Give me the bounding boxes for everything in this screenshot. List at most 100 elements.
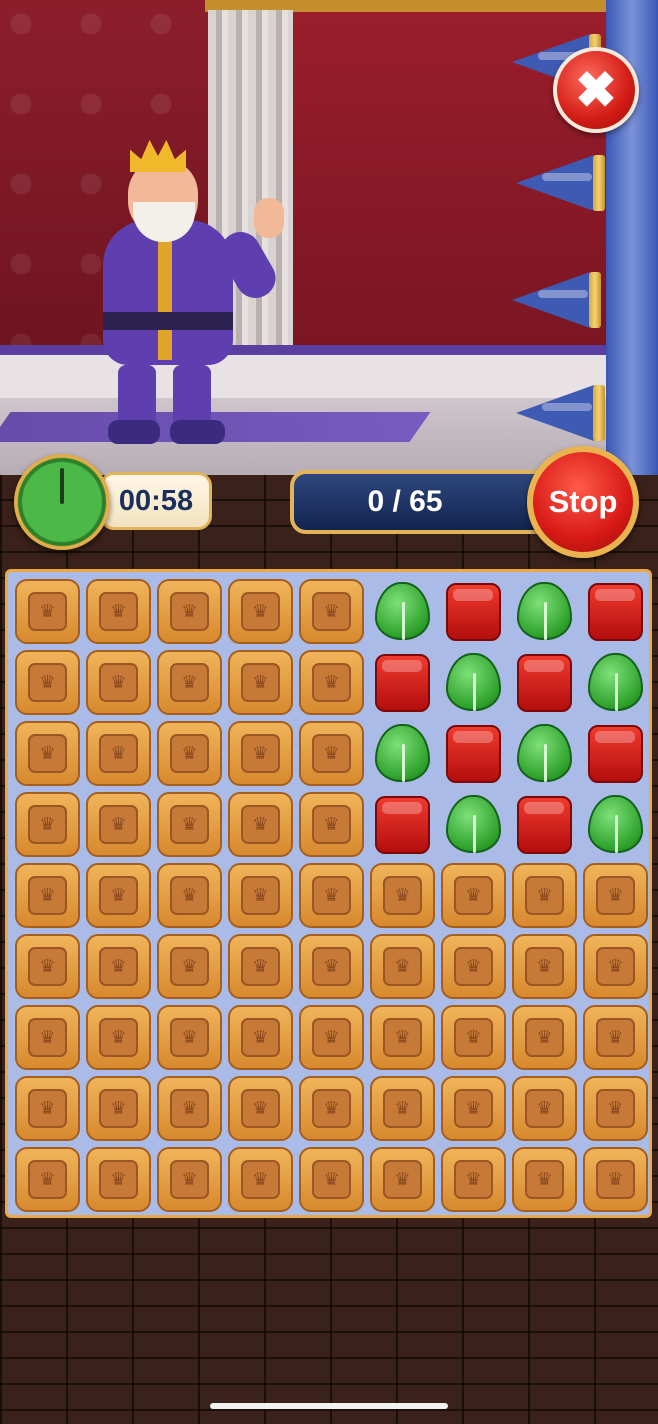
gem-tile-red[interactable] [580,718,651,789]
crate-tile[interactable]: ♛ [154,789,225,860]
crate-tile[interactable]: ♛ [367,860,438,931]
crown-emblem-icon: ♛ [596,1089,635,1128]
crate-tile[interactable]: ♛ [509,860,580,931]
gem-tile-red[interactable] [438,718,509,789]
crown-emblem-icon: ♛ [525,947,564,986]
gem-tile-leaf[interactable] [580,647,651,718]
crate-tile[interactable]: ♛ [296,931,367,1002]
gem-tile-leaf[interactable] [580,789,651,860]
crate-tile[interactable]: ♛ [154,718,225,789]
crate-tile[interactable]: ♛ [154,1073,225,1144]
crate-tile[interactable]: ♛ [225,1002,296,1073]
crate-tile[interactable]: ♛ [83,1073,154,1144]
crate-tile[interactable]: ♛ [12,1073,83,1144]
crate-tile[interactable]: ♛ [296,718,367,789]
crate-icon: ♛ [86,863,151,928]
crate-tile[interactable]: ♛ [154,931,225,1002]
crate-tile[interactable]: ♛ [296,1144,367,1215]
crate-tile[interactable]: ♛ [225,789,296,860]
crate-tile[interactable]: ♛ [83,1002,154,1073]
crate-tile[interactable]: ♛ [367,1002,438,1073]
crate-tile[interactable]: ♛ [83,789,154,860]
crate-tile[interactable]: ♛ [12,1144,83,1215]
crown-emblem-icon: ♛ [596,1018,635,1057]
crate-tile[interactable]: ♛ [225,931,296,1002]
crate-tile[interactable]: ♛ [12,1002,83,1073]
crate-tile[interactable]: ♛ [580,1002,651,1073]
crate-tile[interactable]: ♛ [83,860,154,931]
crate-tile[interactable]: ♛ [225,576,296,647]
crate-tile[interactable]: ♛ [12,931,83,1002]
crate-tile[interactable]: ♛ [296,860,367,931]
crate-tile[interactable]: ♛ [580,1073,651,1144]
crate-tile[interactable]: ♛ [225,718,296,789]
crate-tile[interactable]: ♛ [296,789,367,860]
crate-tile[interactable]: ♛ [509,1073,580,1144]
crate-tile[interactable]: ♛ [154,1144,225,1215]
gem-tile-red[interactable] [580,576,651,647]
crate-tile[interactable]: ♛ [83,647,154,718]
crate-tile[interactable]: ♛ [12,860,83,931]
green-leaf-gem-icon [446,795,501,853]
crate-tile[interactable]: ♛ [509,931,580,1002]
gem-tile-red[interactable] [509,647,580,718]
crate-tile[interactable]: ♛ [438,860,509,931]
crate-tile[interactable]: ♛ [367,931,438,1002]
crate-tile[interactable]: ♛ [154,647,225,718]
crown-emblem-icon: ♛ [28,592,67,631]
crate-tile[interactable]: ♛ [12,718,83,789]
crate-tile[interactable]: ♛ [509,1144,580,1215]
crate-tile[interactable]: ♛ [438,1002,509,1073]
crate-tile[interactable]: ♛ [225,647,296,718]
gem-tile-leaf[interactable] [509,576,580,647]
crate-tile[interactable]: ♛ [83,718,154,789]
crate-tile[interactable]: ♛ [580,1144,651,1215]
crate-tile[interactable]: ♛ [296,647,367,718]
crate-icon: ♛ [299,721,364,786]
crate-tile[interactable]: ♛ [438,931,509,1002]
gem-tile-red[interactable] [367,647,438,718]
crate-tile[interactable]: ♛ [580,860,651,931]
crate-tile[interactable]: ♛ [225,1073,296,1144]
crate-tile[interactable]: ♛ [225,860,296,931]
crate-tile[interactable]: ♛ [438,1144,509,1215]
crate-tile[interactable]: ♛ [154,860,225,931]
crown-emblem-icon: ♛ [170,663,209,702]
gem-tile-leaf[interactable] [438,647,509,718]
gem-tile-red[interactable] [367,789,438,860]
crown-emblem-icon: ♛ [241,876,280,915]
crate-tile[interactable]: ♛ [438,1073,509,1144]
gem-tile-red[interactable] [438,576,509,647]
crate-tile[interactable]: ♛ [12,647,83,718]
crate-tile[interactable]: ♛ [296,1073,367,1144]
crate-tile[interactable]: ♛ [580,931,651,1002]
crate-tile[interactable]: ♛ [367,1073,438,1144]
crate-tile[interactable]: ♛ [83,576,154,647]
crate-tile[interactable]: ♛ [154,576,225,647]
stop-button[interactable]: Stop [527,446,639,558]
green-leaf-gem-icon [446,653,501,711]
game-board[interactable]: ♛ ♛ ♛ ♛ ♛ ♛ ♛ ♛ ♛ ♛ ♛ ♛ ♛ ♛ ♛ ♛ ♛ ♛ ♛ ♛ ♛ ♛ ♛ ♛ ♛ ♛ ♛ ♛ ♛ ♛ ♛ ♛ ♛ ♛ ♛ ♛ ♛ ♛ ♛ ♛… [5,569,652,1218]
crate-tile[interactable]: ♛ [83,931,154,1002]
crate-tile[interactable]: ♛ [296,1002,367,1073]
gem-tile-leaf[interactable] [509,718,580,789]
crate-tile[interactable]: ♛ [12,789,83,860]
crate-tile[interactable]: ♛ [296,576,367,647]
crate-tile[interactable]: ♛ [225,1144,296,1215]
crate-tile[interactable]: ♛ [509,1002,580,1073]
gem-tile-red[interactable] [509,789,580,860]
crate-icon: ♛ [583,1147,648,1212]
gem-tile-leaf[interactable] [367,718,438,789]
gem-tile-leaf[interactable] [367,576,438,647]
crate-tile[interactable]: ♛ [154,1002,225,1073]
crown-emblem-icon: ♛ [28,1160,67,1199]
crown-emblem-icon: ♛ [241,1089,280,1128]
hud-bar: 00:58 0 / 65 Stop [0,440,658,570]
home-indicator[interactable] [210,1403,448,1409]
crate-tile[interactable]: ♛ [83,1144,154,1215]
close-button[interactable]: ✖ [553,47,639,133]
crate-tile[interactable]: ♛ [367,1144,438,1215]
crate-icon: ♛ [15,579,80,644]
crate-tile[interactable]: ♛ [12,576,83,647]
gem-tile-leaf[interactable] [438,789,509,860]
